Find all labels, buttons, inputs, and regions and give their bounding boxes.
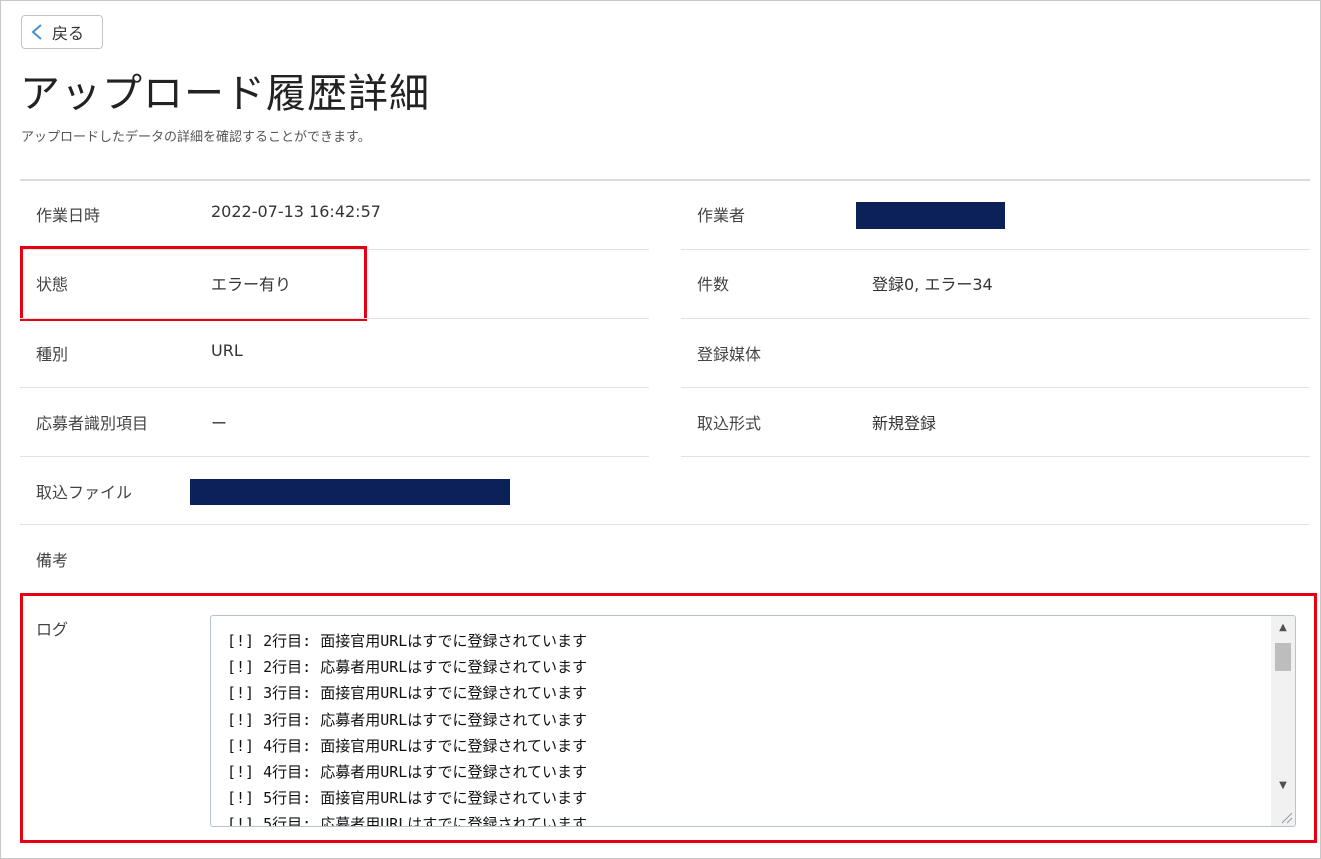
row-divider xyxy=(681,318,1310,319)
back-button[interactable]: 戻る xyxy=(21,15,103,49)
label-applicant-id-item: 応募者識別項目 xyxy=(36,414,149,433)
label-type: 種別 xyxy=(36,345,69,364)
row-divider xyxy=(681,249,1310,250)
row-divider xyxy=(681,387,1310,388)
label-work-datetime: 作業日時 xyxy=(36,206,101,225)
status-highlight-box xyxy=(20,246,367,321)
value-type: URL xyxy=(211,341,243,360)
back-label: 戻る xyxy=(52,24,85,43)
page-title: アップロード履歴詳細 xyxy=(20,71,430,117)
label-import-file: 取込ファイル xyxy=(36,483,133,502)
log-highlight-box xyxy=(20,593,1317,843)
label-media: 登録媒体 xyxy=(697,345,762,364)
header-divider xyxy=(20,179,1310,181)
label-count: 件数 xyxy=(697,275,730,294)
value-applicant-id-item: ー xyxy=(211,414,228,433)
row-divider xyxy=(20,318,649,319)
row-divider xyxy=(20,456,649,457)
worker-redacted xyxy=(856,202,1005,229)
label-worker: 作業者 xyxy=(697,206,746,225)
row-divider xyxy=(20,387,649,388)
value-count: 登録0, エラー34 xyxy=(872,275,993,294)
chevron-left-icon xyxy=(31,24,42,40)
row-divider xyxy=(681,456,1310,457)
value-import-format: 新規登録 xyxy=(872,414,937,433)
import-file-redacted xyxy=(190,479,510,505)
value-work-datetime: 2022-07-13 16:42:57 xyxy=(211,202,381,221)
label-import-format: 取込形式 xyxy=(697,414,762,433)
row-divider xyxy=(20,524,1310,525)
page-description: アップロードしたデータの詳細を確認することができます。 xyxy=(21,130,371,145)
label-note: 備考 xyxy=(36,551,69,570)
